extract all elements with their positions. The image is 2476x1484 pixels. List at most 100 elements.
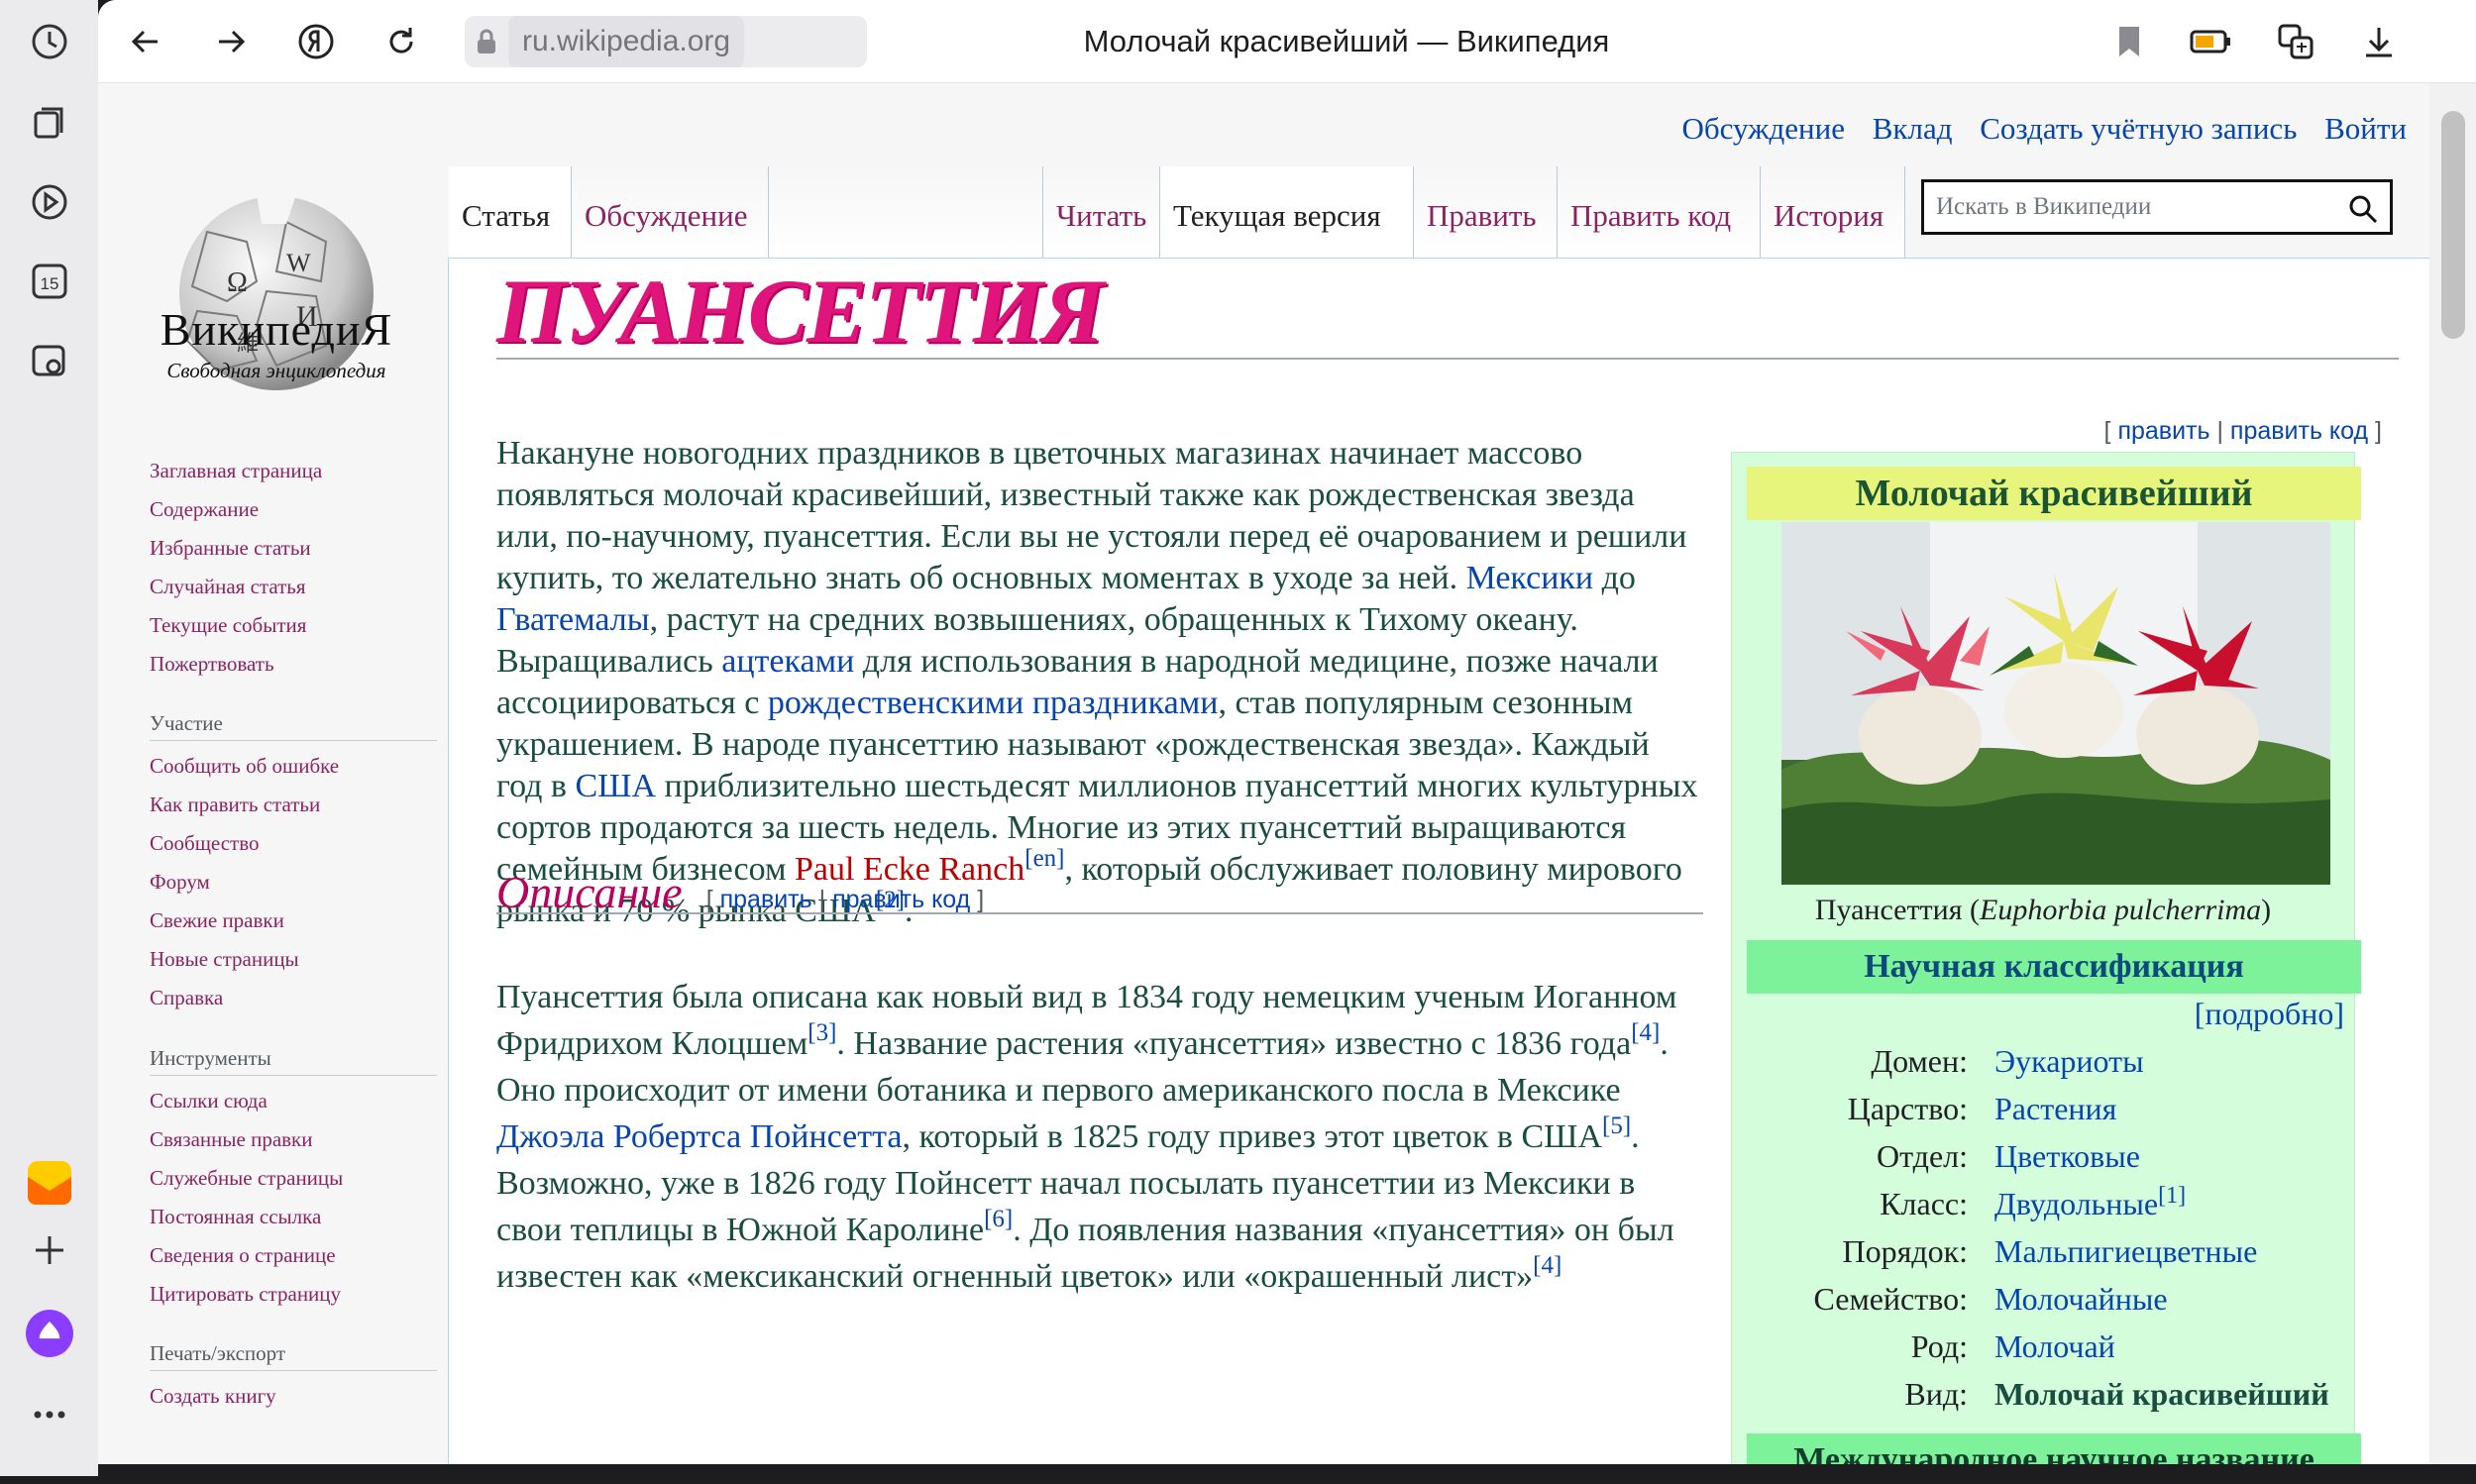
- taxon-row: Семейство: Молочайные: [1732, 1275, 2354, 1323]
- toplink-talk[interactable]: Обсуждение: [1681, 111, 1845, 146]
- translate-icon[interactable]: [2270, 16, 2321, 67]
- scrollbar-thumb[interactable]: [2441, 111, 2465, 339]
- nav-link[interactable]: Содержание: [150, 490, 437, 529]
- link-christmas[interactable]: рождественскими праздниками: [768, 685, 1219, 721]
- reference[interactable]: [5]: [1602, 1113, 1631, 1139]
- wikipedia-tagline: Свободная энциклопедия: [166, 359, 386, 382]
- bookmark-icon[interactable]: [2103, 16, 2155, 67]
- toplink-login[interactable]: Войти: [2324, 111, 2407, 146]
- more-details-link[interactable]: [подробно]: [2195, 996, 2344, 1032]
- browser-toolbar: ru.wikipedia.org Молочай красивейший — В…: [98, 0, 2476, 83]
- reference[interactable]: [4]: [1533, 1252, 1561, 1279]
- nav-link[interactable]: Сообщить об ошибке: [150, 747, 437, 786]
- nav-link[interactable]: Сведения о странице: [150, 1236, 437, 1275]
- tab-edit-source[interactable]: Править код: [1558, 166, 1761, 258]
- nav-link[interactable]: Избранные статьи: [150, 529, 437, 568]
- taxon-link[interactable]: Двудольные: [1994, 1186, 2158, 1221]
- yandex-icon[interactable]: [290, 16, 342, 67]
- taxon-link[interactable]: Мальпигиецветные: [1994, 1227, 2257, 1275]
- nav-link[interactable]: Заглавная страница: [150, 452, 437, 490]
- nav-link[interactable]: Справка: [150, 979, 437, 1017]
- taxon-row: Порядок: Мальпигиецветные: [1732, 1227, 2354, 1275]
- nav-link[interactable]: Сообщество: [150, 824, 437, 863]
- taxobox: Молочай красивейший Пуансеттия (Euphorbi…: [1731, 452, 2361, 1464]
- tab-talk[interactable]: Обсуждение: [572, 166, 769, 258]
- reload-icon[interactable]: [376, 16, 427, 67]
- toplink-contributions[interactable]: Вклад: [1873, 111, 1953, 146]
- add-icon[interactable]: [26, 1226, 73, 1274]
- play-icon[interactable]: [26, 178, 73, 226]
- taxon-link[interactable]: Растения: [1994, 1085, 2116, 1132]
- wikipedia-globe-logo[interactable]: Ω W И 維: [138, 103, 415, 479]
- nav-link[interactable]: Пожертвовать: [150, 645, 437, 684]
- history-icon[interactable]: [26, 18, 73, 65]
- download-icon[interactable]: [2353, 16, 2405, 67]
- edit-link[interactable]: править: [2117, 417, 2209, 445]
- nav-link[interactable]: Новые страницы: [150, 940, 437, 979]
- back-icon[interactable]: [120, 16, 171, 67]
- text: , который в 1825 году привез этот цветок…: [902, 1118, 1602, 1155]
- tab-history[interactable]: История: [1761, 166, 1905, 258]
- forward-icon[interactable]: [205, 16, 257, 67]
- nav-link[interactable]: Как править статьи: [150, 786, 437, 824]
- taxon-value: Двудольные[1]: [1994, 1180, 2186, 1227]
- edit-link[interactable]: править: [720, 886, 812, 913]
- nav-link[interactable]: Постоянная ссылка: [150, 1198, 437, 1236]
- alice-assistant-icon[interactable]: [26, 1310, 73, 1357]
- browser-window: ru.wikipedia.org Молочай красивейший — В…: [98, 0, 2476, 1464]
- edit-code-link[interactable]: править код: [832, 886, 970, 913]
- nav-link[interactable]: Случайная статья: [150, 568, 437, 606]
- toplink-create-account[interactable]: Создать учётную запись: [1980, 111, 2297, 146]
- reference[interactable]: [6]: [984, 1206, 1013, 1232]
- search-icon[interactable]: [2348, 194, 2378, 231]
- taxon-link[interactable]: Молочайные: [1994, 1275, 2168, 1323]
- taxon-link[interactable]: Молочай: [1994, 1323, 2115, 1370]
- link-usa[interactable]: США: [575, 768, 656, 804]
- svg-text:15: 15: [41, 274, 59, 293]
- nav-link[interactable]: Ссылки сюда: [150, 1082, 437, 1120]
- taxon-rank: Род:: [1910, 1328, 1968, 1364]
- scrollbar[interactable]: [2429, 83, 2476, 1464]
- section-edit-links: [ править | править код ]: [705, 886, 985, 913]
- scientific-name-header: Международное научное название: [1747, 1433, 2361, 1464]
- collections-icon[interactable]: [26, 99, 73, 147]
- nav-link[interactable]: Создать книгу: [150, 1377, 437, 1416]
- description-paragraph: Пуансеттия была описана как новый вид в …: [496, 974, 1700, 1300]
- link-aztecs[interactable]: ацтеками: [721, 643, 854, 680]
- taxon-link[interactable]: Цветковые: [1994, 1132, 2140, 1180]
- nav-link[interactable]: Форум: [150, 863, 437, 901]
- mail-app-icon[interactable]: [26, 1159, 73, 1207]
- infobox-title: Молочай красивейший: [1747, 467, 2361, 520]
- nav-print: Печать/экспорт Создать книгу: [150, 1335, 437, 1416]
- taxon-rank: Царство:: [1847, 1091, 1968, 1126]
- section-title: Описание: [496, 867, 683, 917]
- battery-icon[interactable]: [2185, 16, 2236, 67]
- tab-current-version[interactable]: Текущая версия: [1160, 166, 1414, 258]
- edit-code-link[interactable]: править код: [2230, 417, 2368, 445]
- link-poinsett[interactable]: Джоэла Робертса Пойнсетта: [496, 1118, 902, 1155]
- nav-participation: Участие Сообщить об ошибке Как править с…: [150, 705, 437, 1017]
- reference[interactable]: [4]: [1631, 1019, 1660, 1046]
- tab-read[interactable]: Читать: [1043, 166, 1160, 258]
- interwiki-ref[interactable]: [en]: [1024, 845, 1064, 872]
- nav-link[interactable]: Связанные правки: [150, 1120, 437, 1159]
- address-bar[interactable]: ru.wikipedia.org: [465, 16, 867, 67]
- nav-link[interactable]: Служебные страницы: [150, 1159, 437, 1198]
- nav-heading: Печать/экспорт: [150, 1335, 437, 1371]
- taxon-link[interactable]: Эукариоты: [1994, 1037, 2144, 1085]
- nav-link[interactable]: Свежие правки: [150, 901, 437, 940]
- text: до: [1593, 560, 1636, 596]
- link-guatemala[interactable]: Гватемалы: [496, 601, 650, 638]
- screenshot-icon[interactable]: [26, 337, 73, 384]
- nav-link[interactable]: Цитировать страницу: [150, 1275, 437, 1314]
- search-input[interactable]: Искать в Википедии: [1921, 179, 2393, 235]
- link-mexico[interactable]: Мексики: [1466, 560, 1594, 596]
- nav-link[interactable]: Текущие события: [150, 606, 437, 645]
- reference[interactable]: [1]: [2158, 1183, 2186, 1209]
- calendar-badge-icon[interactable]: 15: [26, 258, 73, 305]
- tab-article[interactable]: Статья: [449, 166, 572, 258]
- tab-edit[interactable]: Править: [1414, 166, 1558, 258]
- more-icon[interactable]: [26, 1391, 73, 1438]
- reference[interactable]: [3]: [807, 1019, 836, 1046]
- poinsettia-photo[interactable]: [1781, 522, 2330, 885]
